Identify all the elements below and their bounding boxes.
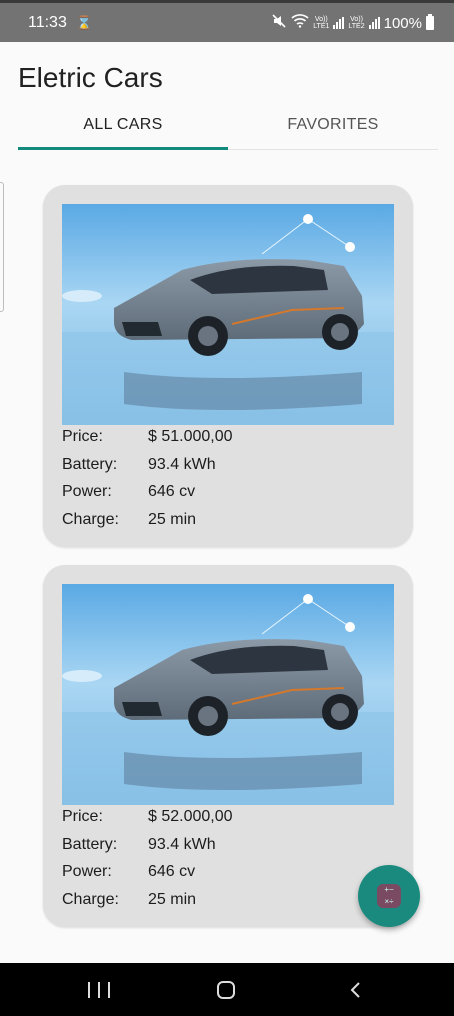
- car-card[interactable]: Price: $ 51.000,00 Battery: 93.4 kWh Power…: [43, 185, 413, 547]
- home-icon[interactable]: [217, 981, 235, 999]
- power-label: Power:: [62, 863, 112, 880]
- battery-icon: [426, 14, 434, 30]
- charge-value: 25 min: [148, 891, 197, 908]
- car-card[interactable]: Price: $ 52.000,00 Battery: 93.4 kWh Power…: [43, 565, 413, 927]
- battery-value: 93.4 kWh: [148, 456, 216, 473]
- battery-label: Battery:: [62, 456, 118, 473]
- battery-percent: 100%: [383, 14, 422, 32]
- power-value: 646 cv: [148, 483, 196, 500]
- volte1-indicator: Vo)) LTE1: [313, 16, 330, 30]
- price-value: $ 52.000,00: [148, 808, 233, 825]
- recent-apps-icon[interactable]: [88, 982, 110, 998]
- back-icon[interactable]: [348, 982, 364, 998]
- status-bar: 11:33 ⌛ Vo)) LTE1 Vo)) LTE2 100%: [0, 0, 454, 42]
- calculator-fab[interactable]: +− ×÷: [358, 865, 420, 927]
- price-label: Price:: [62, 808, 103, 825]
- car-image: [62, 204, 394, 425]
- battery-label: Battery:: [62, 836, 118, 853]
- mute-icon: [271, 13, 287, 33]
- charge-label: Charge:: [62, 511, 119, 528]
- wifi-icon: [291, 14, 309, 32]
- power-label: Power:: [62, 483, 112, 500]
- volte2-indicator: Vo)) LTE2: [348, 16, 365, 30]
- price-label: Price:: [62, 428, 103, 445]
- tab-all-cars[interactable]: ALL CARS: [18, 108, 228, 148]
- app-title: Eletric Cars: [18, 62, 163, 93]
- signal1-icon: [333, 17, 345, 29]
- car-image: [62, 584, 394, 805]
- tab-bar: ALL CARS FAVORITES: [18, 108, 438, 152]
- charge-label: Charge:: [62, 891, 119, 908]
- status-time: 11:33: [28, 14, 67, 31]
- navigation-bar: [0, 963, 454, 1016]
- status-icons: Vo)) LTE1 Vo)) LTE2 100%: [271, 13, 434, 33]
- battery-value: 93.4 kWh: [148, 836, 216, 853]
- price-value: $ 51.000,00: [148, 428, 233, 445]
- tab-favorites[interactable]: FAVORITES: [228, 108, 438, 148]
- charge-value: 25 min: [148, 511, 197, 528]
- power-value: 646 cv: [148, 863, 196, 880]
- hourglass-icon: ⌛: [76, 15, 93, 30]
- calculator-icon: +− ×÷: [377, 884, 401, 908]
- tab-indicator: [18, 147, 228, 150]
- signal2-icon: [368, 17, 380, 29]
- status-bar-top-edge: [0, 0, 454, 3]
- edge-panel-handle[interactable]: [0, 182, 4, 312]
